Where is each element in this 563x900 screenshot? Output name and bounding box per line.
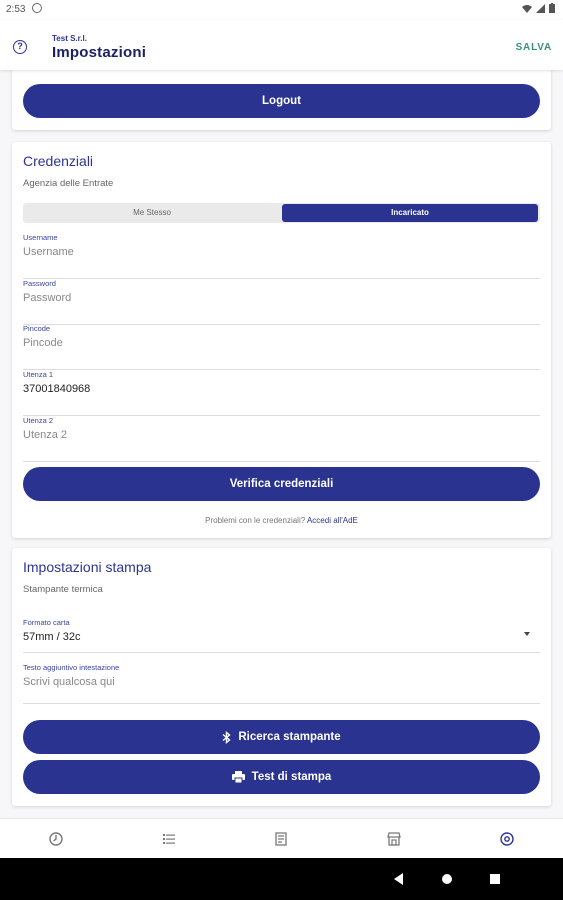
header-text-field[interactable]: Testo aggiuntivo intestazione Scrivi qua… [23,663,540,704]
settings-content[interactable]: Logout Credenziali Agenzia delle Entrate… [0,70,563,818]
mode-incaricato[interactable]: Incaricato [282,204,538,222]
page-title: Impostazioni [52,44,147,61]
password-input[interactable]: Password [23,292,71,304]
utenza-2-input[interactable]: Utenza 2 [23,429,67,441]
battery-icon [549,3,555,13]
field-label: Username [23,233,58,242]
credential-mode-toggle[interactable]: Me Stesso Incaricato [23,203,540,223]
credentials-title: Credenziali [23,153,94,169]
list-icon[interactable] [161,831,177,847]
recent-apps-icon[interactable] [490,874,500,884]
status-time: 2:53 [6,4,26,15]
printer-icon [231,771,245,783]
pincode-input[interactable]: Pincode [23,337,63,349]
logout-button[interactable]: Logout [23,84,540,118]
credentials-subtitle: Agenzia delle Entrate [23,178,114,189]
bottom-navigation [0,818,563,858]
password-field[interactable]: Password Password [23,279,540,325]
account-card: Logout [12,70,551,130]
print-settings-card: Impostazioni stampa Stampante termica Fo… [12,548,551,806]
status-bar: 2:53 [0,0,563,20]
store-icon[interactable] [386,831,402,847]
username-input[interactable]: Username [23,246,74,258]
field-label: Testo aggiuntivo intestazione [23,663,120,672]
test-print-button[interactable]: Test di stampa [23,760,540,794]
test-print-label: Test di stampa [251,771,332,783]
company-name: Test S.r.l. [52,34,87,43]
credentials-card: Credenziali Agenzia delle Entrate Me Ste… [12,142,551,538]
print-settings-subtitle: Stampante termica [23,584,103,595]
chevron-down-icon[interactable] [524,632,530,636]
settings-icon[interactable] [499,831,515,847]
utenza-2-field[interactable]: Utenza 2 Utenza 2 [23,416,540,462]
ade-login-link[interactable]: Accedi all'AdE [307,516,358,525]
field-label: Utenza 2 [23,416,54,425]
verify-credentials-button[interactable]: Verifica credenziali [23,467,540,501]
search-printer-button[interactable]: Ricerca stampante [23,720,540,754]
status-icons [522,3,555,16]
header-text-input[interactable]: Scrivi qualcosa qui [23,676,115,688]
history-icon[interactable] [48,831,64,847]
search-printer-label: Ricerca stampante [238,731,341,743]
utenza-1-input[interactable]: 37001840968 [23,383,90,395]
utenza-1-field[interactable]: Utenza 1 37001840968 [23,370,540,416]
receipt-icon[interactable] [273,831,289,847]
bluetooth-icon [222,730,231,744]
signal-icon [536,4,546,13]
notification-icon [32,3,42,13]
back-icon[interactable] [394,873,403,885]
system-navigation-bar [0,858,563,900]
credentials-help: Problemi con le credenziali? Accedi all'… [12,516,551,525]
field-label: Pincode [23,324,51,333]
credentials-help-text: Problemi con le credenziali? [205,516,306,525]
mode-me-stesso[interactable]: Me Stesso [23,203,281,223]
wifi-icon [522,5,533,13]
paper-format-select[interactable]: Formato carta 57mm / 32c [23,618,540,653]
field-label: Password [23,279,56,288]
home-icon[interactable] [442,874,452,884]
field-label: Utenza 1 [23,370,54,379]
save-button[interactable]: SALVA [516,42,552,53]
app-bar: ? Test S.r.l. Impostazioni SALVA [0,20,563,70]
paper-format-value[interactable]: 57mm / 32c [23,631,80,643]
help-circle-icon[interactable]: ? [13,40,27,54]
pincode-field[interactable]: Pincode Pincode [23,324,540,370]
print-settings-title: Impostazioni stampa [23,559,152,575]
field-label: Formato carta [23,618,70,627]
username-field[interactable]: Username Username [23,233,540,279]
